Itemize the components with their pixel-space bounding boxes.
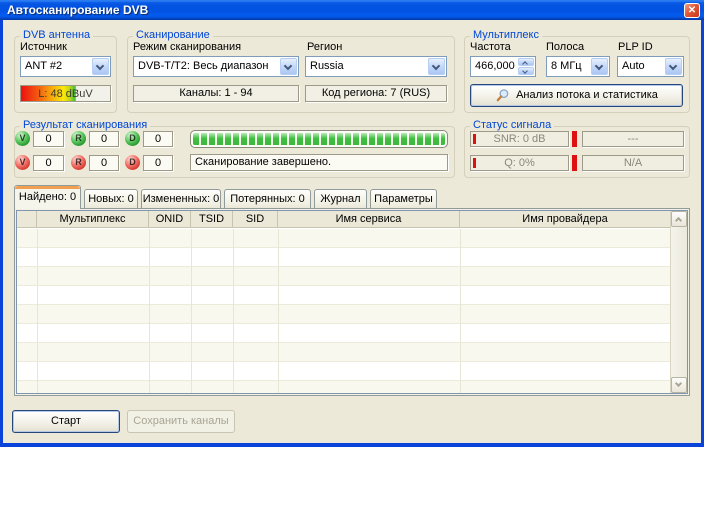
frequency-label: Частота	[470, 41, 511, 53]
scan-result-group-title: Результат сканирования	[20, 119, 150, 131]
quality-field: Q: 0%	[470, 155, 569, 171]
region-value: Russia	[310, 60, 344, 72]
signal-level-bar: L: 48 dBuV	[20, 85, 111, 102]
channels-info-field: Каналы: 1 - 94	[133, 85, 299, 102]
scan-mode-label: Режим сканирования	[133, 41, 241, 53]
column-header-multiplex[interactable]: Мультиплекс	[37, 211, 149, 227]
region-code-field: Код региона: 7 (RUS)	[305, 85, 447, 102]
quality-marker-tick	[572, 155, 577, 171]
frequency-value: 466,000	[475, 60, 515, 72]
region-label: Регион	[307, 41, 342, 53]
plp-id-label: PLP ID	[618, 41, 653, 53]
radio-fail-count: 0	[89, 155, 119, 171]
source-label: Источник	[20, 41, 67, 53]
magnifier-icon	[495, 88, 510, 103]
channels-table-header: Мультиплекс ONID TSID SID Имя сервиса Им…	[17, 211, 670, 228]
column-header-onid[interactable]: ONID	[149, 211, 191, 227]
data-fail-indicator-icon: D	[125, 155, 140, 170]
scan-mode-select[interactable]: DVB-T/T2: Весь диапазон	[133, 56, 299, 77]
start-button[interactable]: Старт	[12, 410, 120, 433]
channels-table: Мультиплекс ONID TSID SID Имя сервиса Им…	[16, 210, 688, 394]
source-select-value: ANT #2	[25, 60, 62, 72]
channels-table-body	[17, 229, 670, 393]
video-fail-count: 0	[33, 155, 64, 171]
chevron-up-icon	[675, 217, 682, 224]
spin-up-button[interactable]	[518, 58, 534, 66]
column-header-empty[interactable]	[17, 211, 37, 227]
chevron-down-icon[interactable]	[280, 58, 297, 75]
radio-fail-indicator-icon: R	[71, 155, 86, 170]
plp-id-select[interactable]: Auto	[617, 56, 684, 77]
signal-status-group-title: Статус сигнала	[470, 119, 554, 131]
autoscan-dvb-window: Автосканирование DVB ✕ DVB антенна Источ…	[0, 0, 704, 447]
snr-field: SNR: 0 dB	[470, 131, 569, 147]
titlebar[interactable]: Автосканирование DVB ✕	[0, 0, 704, 20]
column-header-sid[interactable]: SID	[233, 211, 278, 227]
snr-text: SNR: 0 dB	[494, 133, 546, 145]
tab-found[interactable]: Найдено: 0	[14, 185, 81, 209]
quality-text: Q: 0%	[504, 157, 535, 169]
snr-marker-tick	[572, 131, 577, 147]
scan-status-field: Сканирование завершено.	[190, 154, 448, 171]
analyze-stream-button[interactable]: Анализ потока и статистика	[470, 84, 683, 107]
frequency-spin-buttons	[518, 58, 534, 75]
chevron-down-icon[interactable]	[428, 58, 445, 75]
signal-level-text: L: 48 dBuV	[21, 88, 110, 100]
tab-new[interactable]: Новых: 0	[84, 189, 138, 209]
bandwidth-select[interactable]: 8 МГц	[546, 56, 610, 77]
data-ok-indicator-icon: D	[125, 131, 140, 146]
antenna-group-title: DVB антенна	[20, 29, 93, 41]
column-header-service[interactable]: Имя сервиса	[278, 211, 460, 227]
radio-ok-count: 0	[89, 131, 119, 147]
quality-min-tick	[473, 158, 476, 168]
bandwidth-value: 8 МГц	[551, 60, 582, 72]
quality-extra-field: N/A	[582, 155, 684, 171]
data-ok-count: 0	[143, 131, 173, 147]
column-header-provider[interactable]: Имя провайдера	[460, 211, 670, 227]
spin-down-button[interactable]	[518, 67, 534, 75]
scanning-group-title: Сканирование	[133, 29, 213, 41]
column-header-tsid[interactable]: TSID	[191, 211, 233, 227]
multiplex-group-title: Мультиплекс	[470, 29, 542, 41]
tab-lost[interactable]: Потерянных: 0	[224, 189, 311, 209]
analyze-stream-label: Анализ потока и статистика	[516, 85, 658, 106]
tab-log[interactable]: Журнал	[314, 189, 367, 209]
chevron-down-icon	[675, 380, 682, 387]
frequency-stepper[interactable]: 466,000	[470, 56, 536, 77]
video-ok-indicator-icon: V	[15, 131, 30, 146]
chevron-down-icon	[522, 68, 528, 74]
screen: Автосканирование DVB ✕ DVB антенна Источ…	[0, 0, 704, 512]
snr-min-tick	[473, 134, 476, 144]
data-fail-count: 0	[143, 155, 173, 171]
region-select[interactable]: Russia	[305, 56, 447, 77]
close-icon: ✕	[688, 5, 696, 16]
close-button[interactable]: ✕	[684, 3, 700, 18]
save-channels-button[interactable]: Сохранить каналы	[127, 410, 235, 433]
radio-ok-indicator-icon: R	[71, 131, 86, 146]
scan-progress-fill	[193, 133, 445, 145]
scan-progress-bar	[190, 130, 448, 148]
source-select[interactable]: ANT #2	[20, 56, 111, 77]
snr-extra-field: ---	[582, 131, 684, 147]
video-fail-indicator-icon: V	[15, 155, 30, 170]
tab-params[interactable]: Параметры	[370, 189, 437, 209]
scroll-down-button[interactable]	[671, 377, 687, 393]
tab-changed[interactable]: Измененных: 0	[141, 189, 221, 209]
chevron-down-icon[interactable]	[665, 58, 682, 75]
bandwidth-label: Полоса	[546, 41, 584, 53]
chevron-up-icon	[522, 61, 528, 67]
chevron-down-icon[interactable]	[591, 58, 608, 75]
scan-mode-value: DVB-T/T2: Весь диапазон	[138, 60, 269, 72]
vertical-scrollbar[interactable]	[670, 211, 687, 393]
window-title: Автосканирование DVB	[7, 3, 148, 17]
video-ok-count: 0	[33, 131, 64, 147]
chevron-down-icon[interactable]	[92, 58, 109, 75]
scroll-up-button[interactable]	[671, 211, 687, 227]
plp-id-value: Auto	[622, 60, 645, 72]
